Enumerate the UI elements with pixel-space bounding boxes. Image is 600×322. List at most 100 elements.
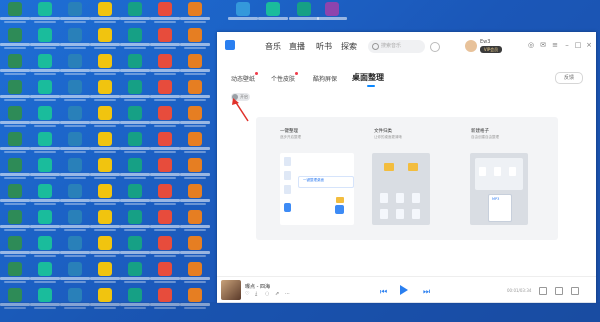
desktop-shortcut-icon[interactable] <box>180 106 210 132</box>
desktop-shortcut-icon[interactable] <box>120 158 150 184</box>
desktop-shortcut-icon[interactable] <box>30 262 60 288</box>
desktop-shortcut-icon[interactable] <box>60 132 90 158</box>
mail-icon[interactable]: ✉ <box>539 41 547 49</box>
desktop-shortcut-icon[interactable] <box>0 106 30 132</box>
play-icon[interactable] <box>400 285 408 295</box>
desktop-shortcut-icon[interactable] <box>60 158 90 184</box>
desktop-shortcut-icon[interactable] <box>120 184 150 210</box>
desktop-shortcut-icon[interactable] <box>150 2 180 28</box>
mic-icon[interactable] <box>430 42 440 52</box>
close-icon[interactable]: × <box>585 41 593 49</box>
desktop-shortcut-icon[interactable] <box>180 236 210 262</box>
desktop-shortcut-icon[interactable] <box>90 262 120 288</box>
desktop-shortcut-icon[interactable] <box>228 2 258 28</box>
desktop-shortcut-icon[interactable] <box>30 28 60 54</box>
desktop-shortcut-icon[interactable] <box>60 54 90 80</box>
desktop-shortcut-icon[interactable] <box>180 132 210 158</box>
desktop-shortcut-icon[interactable] <box>0 28 30 54</box>
desktop-shortcut-icon[interactable] <box>0 158 30 184</box>
desktop-shortcut-icon[interactable] <box>90 132 120 158</box>
desktop-shortcut-icon[interactable] <box>150 54 180 80</box>
desktop-shortcut-icon[interactable] <box>0 262 30 288</box>
desktop-shortcut-icon[interactable] <box>0 236 30 262</box>
desktop-shortcut-icon[interactable] <box>180 2 210 28</box>
user-name[interactable]: Ew3 <box>480 39 490 45</box>
like-icon[interactable]: ♡ <box>245 291 249 297</box>
desktop-shortcut-icon[interactable] <box>90 28 120 54</box>
desktop-shortcut-icon[interactable] <box>180 184 210 210</box>
next-icon[interactable]: ⏭ <box>423 287 430 297</box>
desktop-shortcut-icon[interactable] <box>0 184 30 210</box>
playlist-icon[interactable] <box>571 287 579 295</box>
desktop-shortcut-icon[interactable] <box>60 262 90 288</box>
volume-icon[interactable] <box>555 287 563 295</box>
avatar[interactable] <box>465 40 477 52</box>
desktop-shortcut-icon[interactable] <box>60 80 90 106</box>
download-icon[interactable]: ⤓ <box>255 291 257 297</box>
album-cover[interactable] <box>221 280 241 300</box>
menu-icon[interactable]: ≡ <box>551 41 559 49</box>
desktop-shortcut-icon[interactable] <box>90 184 120 210</box>
desktop-shortcut-icon[interactable] <box>180 54 210 80</box>
previous-icon[interactable]: ⏮ <box>380 287 387 297</box>
tab-live-wallpaper[interactable]: 动态壁纸 <box>231 74 255 83</box>
nav-explore[interactable]: 探索 <box>341 41 357 52</box>
desktop-shortcut-icon[interactable] <box>317 2 347 28</box>
desktop-shortcut-icon[interactable] <box>120 54 150 80</box>
desktop-shortcut-icon[interactable] <box>60 28 90 54</box>
desktop-shortcut-icon[interactable] <box>30 80 60 106</box>
desktop-shortcut-icon[interactable] <box>120 2 150 28</box>
desktop-shortcut-icon[interactable] <box>60 106 90 132</box>
desktop-shortcut-icon[interactable] <box>120 132 150 158</box>
nav-audiobook[interactable]: 听书 <box>316 41 332 52</box>
desktop-shortcut-icon[interactable] <box>120 80 150 106</box>
desktop-shortcut-icon[interactable] <box>0 2 30 28</box>
desktop-shortcut-icon[interactable] <box>150 210 180 236</box>
desktop-shortcut-icon[interactable] <box>30 236 60 262</box>
organize-toggle[interactable]: 开启 <box>231 93 250 101</box>
desktop-shortcut-icon[interactable] <box>30 106 60 132</box>
desktop-shortcut-icon[interactable] <box>120 210 150 236</box>
desktop-shortcut-icon[interactable] <box>150 132 180 158</box>
desktop-shortcut-icon[interactable] <box>30 210 60 236</box>
desktop-shortcut-icon[interactable] <box>30 158 60 184</box>
desktop-shortcut-icon[interactable] <box>150 80 180 106</box>
nav-live[interactable]: 直播 <box>289 41 305 52</box>
desktop-shortcut-icon[interactable] <box>30 2 60 28</box>
desktop-shortcut-icon[interactable] <box>0 54 30 80</box>
desktop-shortcut-icon[interactable] <box>150 106 180 132</box>
desktop-shortcut-icon[interactable] <box>0 80 30 106</box>
desktop-shortcut-icon[interactable] <box>90 80 120 106</box>
desktop-shortcut-icon[interactable] <box>60 236 90 262</box>
desktop-shortcut-icon[interactable] <box>90 2 120 28</box>
more-icon[interactable]: ⋯ <box>285 291 290 297</box>
desktop-shortcut-icon[interactable] <box>150 158 180 184</box>
tab-desktop-organize[interactable]: 桌面整理 <box>352 72 384 83</box>
desktop-shortcut-icon[interactable] <box>120 28 150 54</box>
desktop-shortcut-icon[interactable] <box>180 28 210 54</box>
desktop-shortcut-icon[interactable] <box>150 236 180 262</box>
desktop-shortcut-icon[interactable] <box>150 262 180 288</box>
desktop-shortcut-icon[interactable] <box>289 2 319 28</box>
desktop-shortcut-icon[interactable] <box>90 236 120 262</box>
desktop-shortcut-icon[interactable] <box>90 158 120 184</box>
desktop-shortcut-icon[interactable] <box>90 54 120 80</box>
desktop-shortcut-icon[interactable] <box>120 262 150 288</box>
minimize-icon[interactable]: – <box>563 41 571 49</box>
desktop-shortcut-icon[interactable] <box>90 106 120 132</box>
desktop-shortcut-icon[interactable] <box>150 184 180 210</box>
desktop-shortcut-icon[interactable] <box>120 236 150 262</box>
desktop-shortcut-icon[interactable] <box>120 106 150 132</box>
desktop-shortcut-icon[interactable] <box>180 80 210 106</box>
desktop-shortcut-icon[interactable] <box>60 210 90 236</box>
lyrics-icon[interactable] <box>539 287 547 295</box>
desktop-shortcut-icon[interactable] <box>150 28 180 54</box>
desktop-shortcut-icon[interactable] <box>0 210 30 236</box>
desktop-shortcut-icon[interactable] <box>60 2 90 28</box>
tab-screensaver[interactable]: 酷狗屏保 <box>313 74 337 83</box>
nav-music[interactable]: 音乐 <box>265 41 281 52</box>
desktop-shortcut-icon[interactable] <box>180 262 210 288</box>
comment-icon[interactable]: ◌ <box>265 291 269 297</box>
song-title[interactable]: 曝点 - 四海 <box>245 283 270 290</box>
desktop-shortcut-icon[interactable] <box>30 184 60 210</box>
